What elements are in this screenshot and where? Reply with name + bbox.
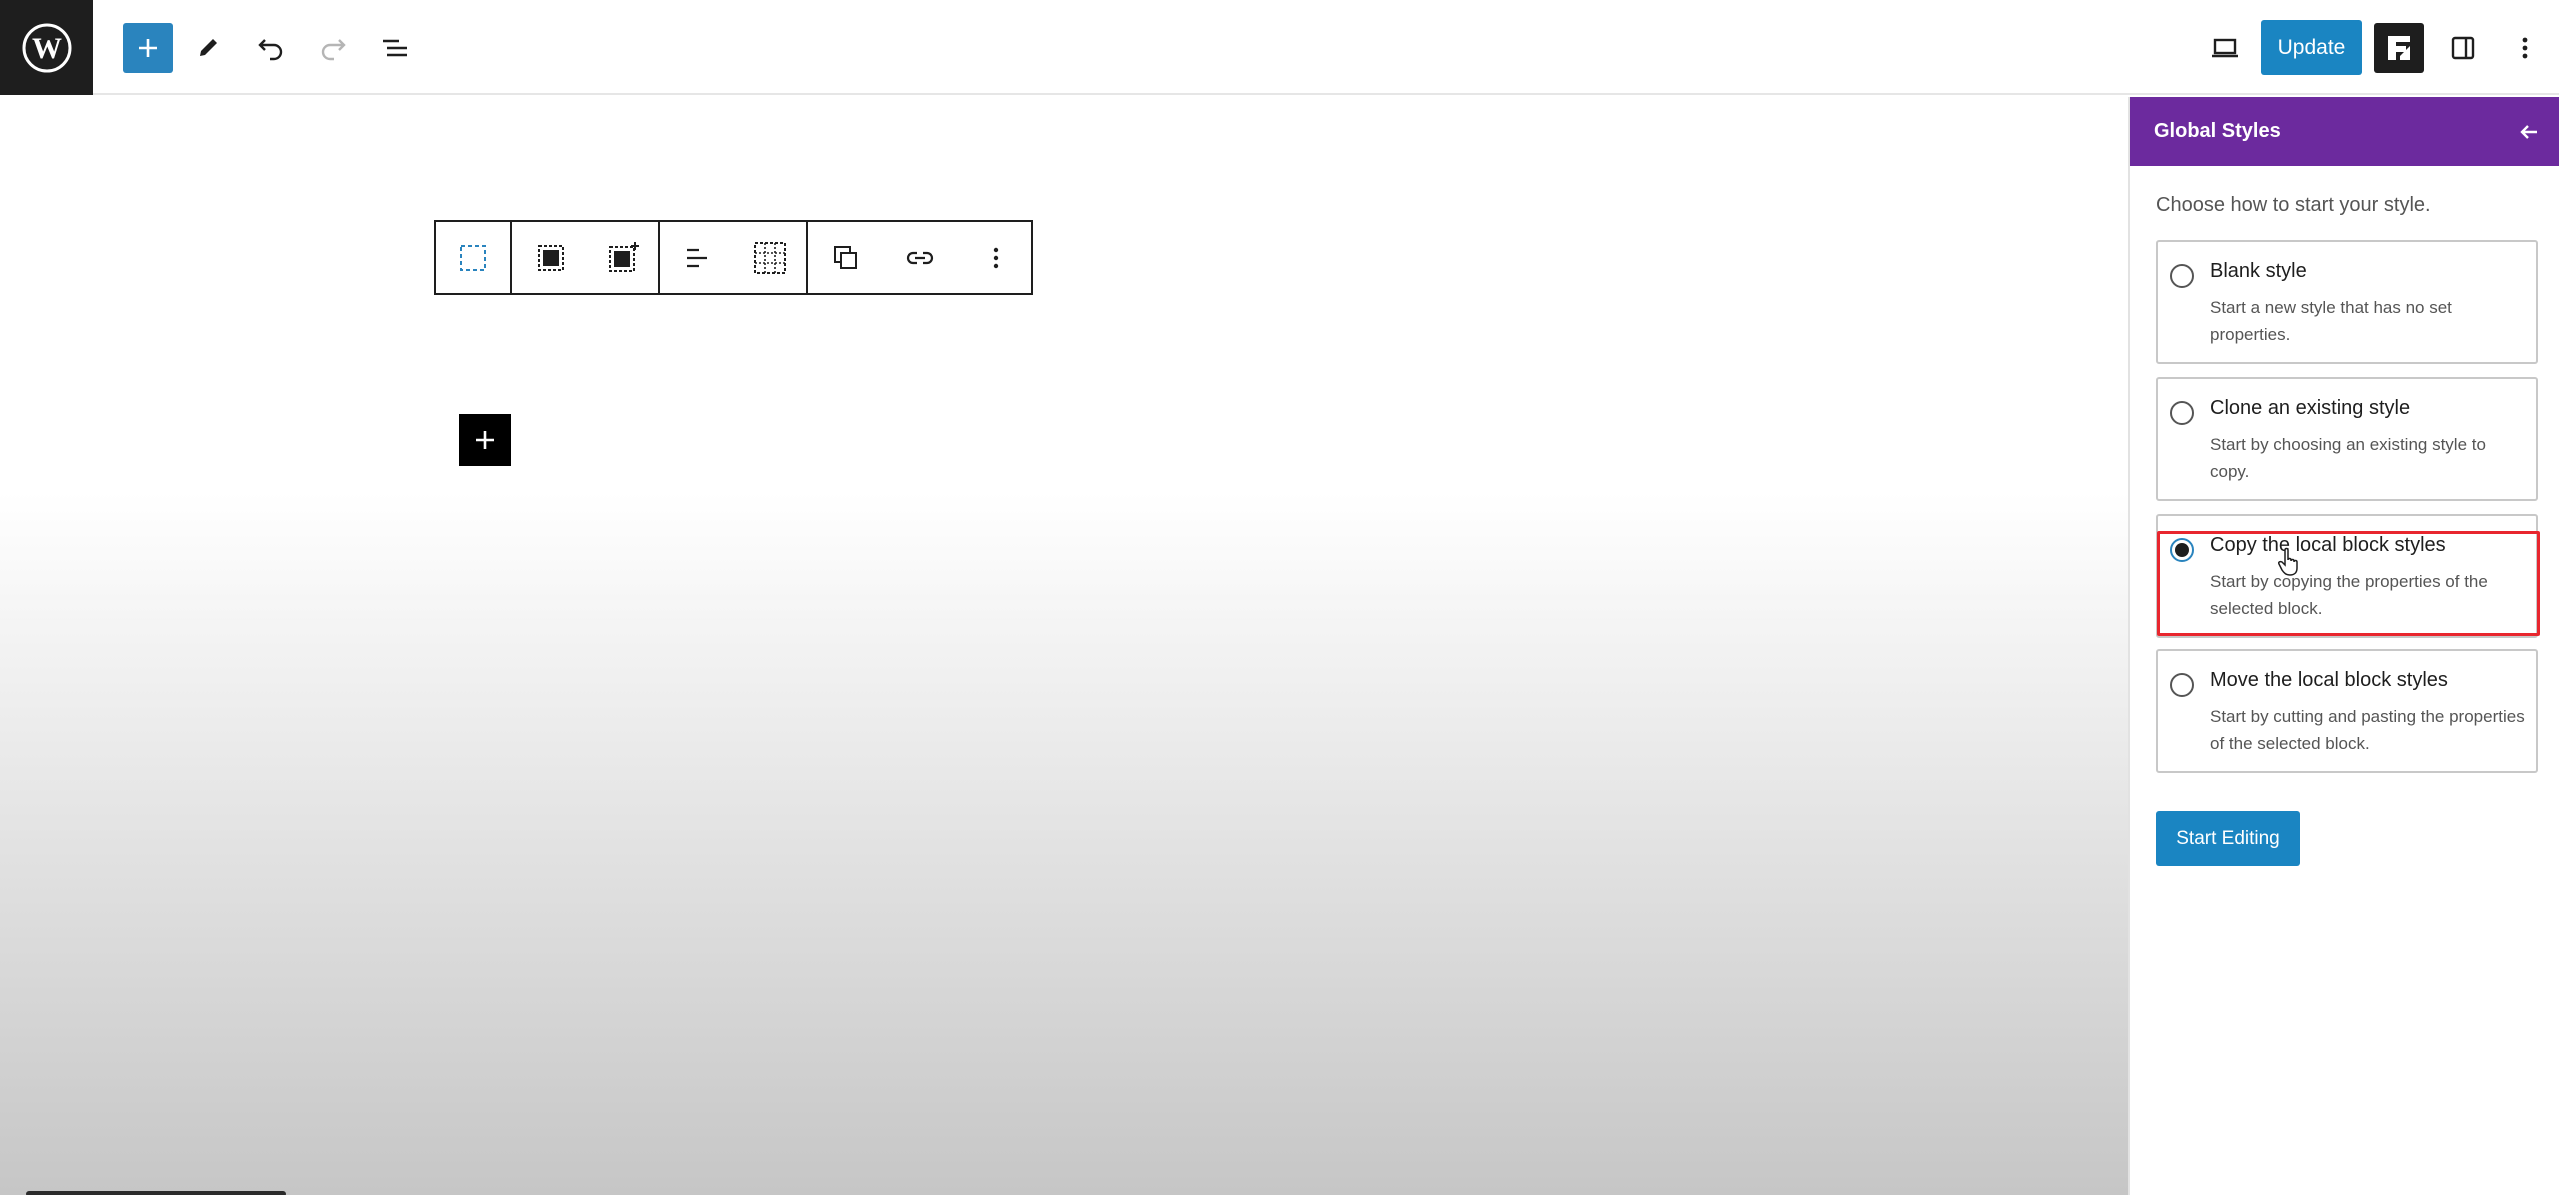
block-toolbar: [434, 220, 1033, 295]
link-icon: [906, 251, 934, 264]
hand-cursor-icon: [2278, 547, 2298, 576]
sidebar-header: Global Styles: [2130, 97, 2559, 166]
radio-move-local-styles[interactable]: [2170, 673, 2194, 697]
sidebar-toggle-icon: [2451, 36, 2475, 60]
option-copy-local-styles[interactable]: Copy the local block styles Start by cop…: [2156, 514, 2538, 638]
option-label: Clone an existing style: [2210, 397, 2411, 419]
option-description: Start by cutting and pasting the propert…: [2210, 707, 2525, 753]
wordpress-logo-icon[interactable]: W: [0, 0, 93, 95]
global-styles-sidebar: Global Styles Choose how to start your s…: [2128, 97, 2559, 1195]
svg-text:W: W: [32, 32, 62, 65]
kebab-menu-icon: [2522, 37, 2528, 59]
list-view-icon: [383, 39, 407, 57]
grid-icon: [754, 241, 786, 274]
radio-clone-style[interactable]: [2170, 401, 2194, 425]
dashed-square-icon: [460, 244, 486, 271]
plus-icon: [139, 39, 157, 57]
option-label: Copy the local block styles: [2210, 534, 2446, 556]
settings-sidebar-button[interactable]: [2438, 23, 2488, 73]
sidebar-hint: Choose how to start your style.: [2156, 194, 2431, 216]
block-toolbar-group-parent: [436, 222, 512, 293]
list-view-button[interactable]: [370, 23, 420, 73]
laptop-preview-icon: [2212, 38, 2238, 58]
align-button[interactable]: [660, 222, 734, 293]
cover-button[interactable]: [512, 222, 590, 293]
add-cover-button[interactable]: [590, 222, 658, 293]
start-editing-button[interactable]: Start Editing: [2156, 811, 2300, 866]
block-toolbar-group-actions: [808, 222, 1035, 293]
option-clone-style[interactable]: Clone an existing style Start by choosin…: [2156, 377, 2538, 501]
tools-button[interactable]: [183, 23, 233, 73]
kebab-menu-icon: [993, 247, 999, 268]
option-description: Start by choosing an existing style to c…: [2210, 435, 2486, 481]
update-button[interactable]: Update: [2261, 20, 2362, 75]
arrow-left-icon: [2520, 124, 2537, 139]
plus-icon: [476, 431, 494, 449]
top-toolbar: W Update: [0, 0, 2559, 95]
sidebar-title: Global Styles: [2154, 120, 2281, 142]
horizontal-scrollbar[interactable]: [26, 1191, 286, 1195]
option-description: Start a new style that has no set proper…: [2210, 298, 2452, 344]
preview-button[interactable]: [2200, 23, 2250, 73]
add-block-button[interactable]: [123, 23, 173, 73]
cover-block-icon: [538, 244, 564, 271]
options-button[interactable]: [2500, 23, 2550, 73]
redo-icon: [321, 39, 346, 61]
duplicate-button[interactable]: [808, 222, 883, 293]
option-label: Move the local block styles: [2210, 669, 2448, 691]
block-toolbar-group-cover: [512, 222, 660, 293]
block-appender-button[interactable]: [459, 414, 511, 466]
cover-add-icon: [609, 241, 639, 272]
undo-button[interactable]: [246, 23, 296, 73]
editor-app: W Update Global Styles Choose how to sta…: [0, 0, 2559, 1195]
option-label: Blank style: [2210, 260, 2307, 282]
radio-copy-local-styles[interactable]: [2170, 538, 2194, 562]
option-move-local-styles[interactable]: Move the local block styles Start by cut…: [2156, 649, 2538, 773]
link-button[interactable]: [883, 222, 957, 293]
grid-button[interactable]: [734, 222, 806, 293]
undo-icon: [258, 39, 283, 61]
plugin-logo-icon: [2388, 36, 2410, 60]
block-more-button[interactable]: [957, 222, 1035, 293]
plugin-button[interactable]: [2374, 23, 2424, 73]
redo-button[interactable]: [308, 23, 358, 73]
pencil-icon: [200, 39, 217, 56]
back-button[interactable]: [2511, 114, 2547, 150]
editor-canvas[interactable]: [0, 97, 2128, 1195]
option-blank-style[interactable]: Blank style Start a new style that has n…: [2156, 240, 2538, 364]
duplicate-icon: [833, 245, 857, 269]
align-left-icon: [687, 248, 707, 267]
option-description: Start by copying the properties of the s…: [2210, 572, 2488, 618]
select-parent-button[interactable]: [436, 222, 510, 293]
radio-blank-style[interactable]: [2170, 264, 2194, 288]
block-toolbar-group-layout: [660, 222, 808, 293]
